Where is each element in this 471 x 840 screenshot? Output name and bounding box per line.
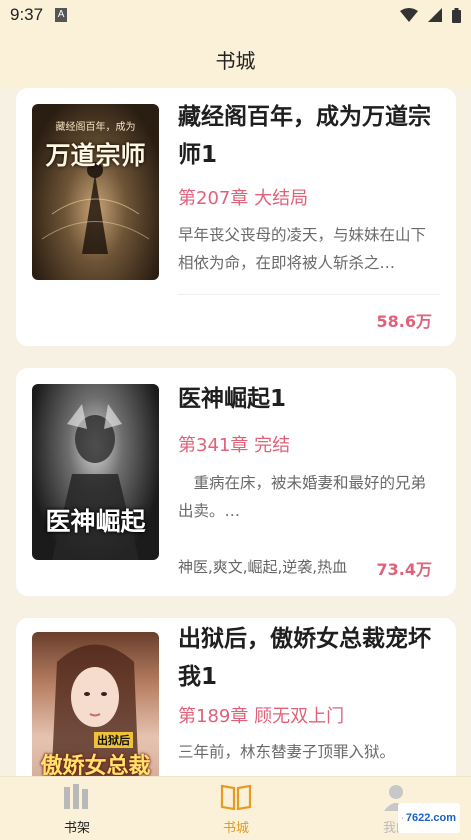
battery-icon (452, 7, 461, 23)
status-time: 9:37 (10, 5, 44, 24)
divider (178, 294, 440, 295)
book-title[interactable]: 藏经阁百年，成为万道宗师1 (178, 98, 446, 174)
open-book-icon (220, 784, 252, 810)
cover-title: 医神崛起 (45, 507, 146, 536)
watermark-logo-icon (402, 817, 403, 819)
read-count: 58.6万 (376, 312, 432, 331)
book-title[interactable]: 医神崛起1 (178, 380, 446, 418)
status-bar: 9:37 A (0, 0, 471, 30)
cover-title: 傲娇女总裁 (40, 753, 151, 776)
bookshelf-icon (64, 783, 88, 809)
latest-chapter: 第341章 完结 (178, 435, 291, 456)
book-list[interactable]: 藏经阁百年，成为 万道宗师 藏经阁百年，成为万道宗师1 第207章 大结局 早年… (0, 88, 471, 776)
book-card[interactable]: 出狱后 傲娇女总裁 出狱后，傲娇女总裁宠坏我1 第189章 顾无双上门 三年前，… (16, 618, 456, 776)
book-intro: 早年丧父丧母的凌天，与妹妹在山下相依为命，在即将被人斩杀之… (178, 226, 427, 272)
page-title: 书城 (215, 48, 256, 73)
read-count: 73.4万 (376, 560, 432, 579)
book-title[interactable]: 出狱后，傲娇女总裁宠坏我1 (178, 620, 446, 696)
latest-chapter: 第189章 顾无双上门 (178, 706, 345, 727)
book-card[interactable]: 医神崛起 医神崛起1 第341章 完结 重病在床，被未婚妻和最好的兄弟出卖。… … (16, 368, 456, 596)
tab-bookstore-label: 书城 (222, 820, 249, 836)
tab-bookshelf[interactable]: 书架 (17, 777, 137, 840)
tab-bookstore[interactable]: 书城 (176, 777, 296, 840)
cover-subtitle: 出狱后 (94, 732, 133, 748)
cover-subtitle: 藏经阁百年，成为 (55, 122, 136, 133)
book-cover[interactable]: 藏经阁百年，成为 万道宗师 (32, 104, 159, 280)
signal-icon (428, 8, 442, 22)
book-cover[interactable]: 医神崛起 (32, 384, 159, 560)
book-cover[interactable]: 出狱后 傲娇女总裁 (32, 632, 159, 776)
page-title-bar: 书城 (0, 30, 471, 88)
book-intro: 重病在床，被未婚妻和最好的兄弟出卖。… (178, 474, 427, 520)
tab-bookshelf-label: 书架 (63, 820, 90, 836)
wifi-icon (400, 8, 418, 22)
site-watermark: 7622.com (398, 803, 460, 833)
book-card[interactable]: 藏经阁百年，成为 万道宗师 藏经阁百年，成为万道宗师1 第207章 大结局 早年… (16, 88, 456, 346)
book-intro: 三年前，林东替妻子顶罪入狱。 (178, 743, 396, 761)
a-icon: A (55, 8, 68, 22)
latest-chapter: 第207章 大结局 (178, 188, 309, 209)
watermark-text: 7622.com (405, 812, 456, 824)
book-tags: 神医,爽文,崛起,逆袭,热血 (178, 558, 348, 576)
status-icons (400, 7, 461, 23)
cover-title: 万道宗师 (45, 141, 146, 170)
